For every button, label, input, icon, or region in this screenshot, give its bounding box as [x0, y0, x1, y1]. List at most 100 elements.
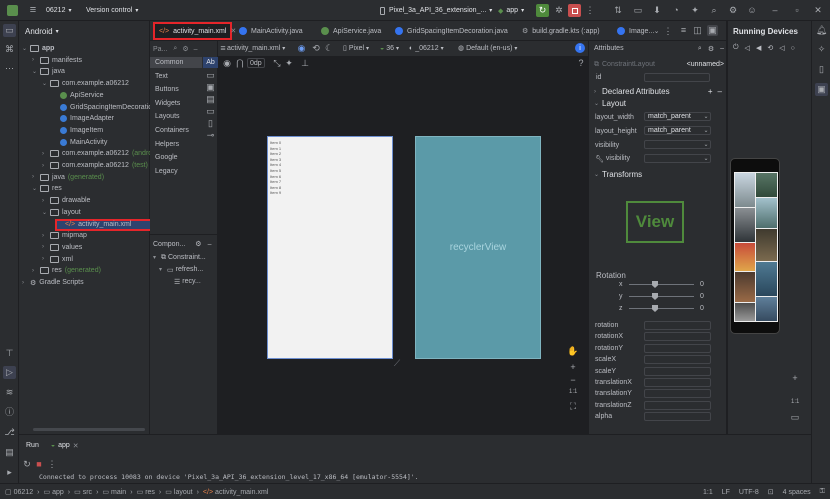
slider-thumb[interactable] [652, 305, 658, 312]
account-icon[interactable]: ☺ [746, 4, 758, 16]
palette-category[interactable]: Google [150, 152, 202, 163]
device-mirror-icon[interactable]: ▣ [815, 83, 828, 96]
tree-item[interactable]: ImageItem [52, 125, 103, 136]
close-tab-icon[interactable]: ✕ [230, 27, 236, 35]
lock-icon[interactable]: ⚿ [820, 488, 825, 496]
id-field[interactable] [644, 73, 710, 82]
tree-node-recycler[interactable]: ☰ recy... [174, 276, 201, 287]
tree-item[interactable]: › com.example.a06212 (test) [42, 160, 148, 171]
breadcrumb-item[interactable]: layout [174, 489, 193, 496]
tabs-dropdown-icon[interactable]: ⌄ [652, 26, 661, 36]
help-icon[interactable]: ? [576, 58, 586, 68]
tree-item[interactable]: </> activity_main.xml [55, 218, 155, 231]
minimize-icon[interactable]: – [720, 45, 724, 52]
property-field[interactable] [644, 343, 711, 353]
emulator-screen[interactable] [734, 172, 778, 322]
chevron-down-icon[interactable]: ⌄ [701, 154, 711, 163]
palette-category[interactable]: Layouts [150, 111, 202, 122]
property-field[interactable] [644, 389, 711, 399]
property-field[interactable] [644, 366, 711, 376]
palette-category[interactable]: Text [150, 71, 202, 82]
chevron-down-icon[interactable]: ⌄ [32, 68, 40, 75]
tabs-more-icon[interactable]: ⋮ [664, 26, 673, 36]
rerun-icon[interactable]: ↻ [536, 4, 549, 17]
run-tool-icon[interactable]: ▷ [3, 366, 16, 379]
terminal-tool-icon[interactable]: ⊤ [3, 347, 16, 360]
structure-tool-icon[interactable]: ⌘ [3, 43, 16, 56]
zoom-in-icon[interactable]: + [568, 362, 578, 372]
minimize-icon[interactable]: – [769, 4, 781, 16]
problems-tool-icon[interactable]: ⓘ [3, 406, 16, 419]
project-view-selector[interactable]: Android ▾ [25, 25, 59, 37]
volume-down-icon[interactable]: ◀ [756, 44, 761, 52]
tree-item[interactable]: ⌄ res [32, 183, 62, 194]
notifications-icon[interactable]: 🔔︎ [815, 24, 828, 37]
rotation-slider[interactable] [629, 284, 694, 285]
rotation-slider[interactable] [629, 308, 694, 309]
infer-constraints-icon[interactable]: ✦ [284, 58, 294, 68]
debug-icon[interactable]: ✲ [553, 4, 565, 16]
chevron-right-icon[interactable]: › [42, 151, 50, 157]
rotate-icon[interactable]: ⟲ [767, 44, 773, 52]
info-icon[interactable]: i [575, 43, 585, 53]
settings-icon[interactable]: ⚙ [708, 45, 714, 53]
stop-icon[interactable] [568, 4, 581, 17]
layers-tool-icon[interactable]: ≋ [3, 386, 16, 399]
tab-main-activity[interactable]: MainActivity.java [239, 22, 303, 40]
close-tab-icon[interactable]: ✕ [73, 442, 79, 450]
fragment-icon[interactable]: ▭ [206, 106, 215, 115]
more-icon[interactable]: ⋮ [586, 4, 595, 16]
chevron-right-icon[interactable]: › [42, 163, 50, 169]
design-preview[interactable]: Item 0 Item 1 Item 2 Item 3 Item 4 Item 5 Item… [267, 136, 393, 359]
tree-item[interactable]: ImageAdapter [52, 113, 114, 124]
chevron-down-icon[interactable]: ⌄ [701, 140, 711, 149]
logcat-tool-icon[interactable]: ▤ [3, 446, 16, 459]
project-selector[interactable]: 06212 ▾ [46, 5, 71, 16]
palette-category[interactable]: Legacy [150, 166, 202, 177]
tree-item[interactable]: › drawable [42, 195, 90, 206]
maximize-icon[interactable]: ▫ [791, 4, 803, 16]
zoom-out-icon[interactable]: − [568, 375, 578, 385]
margin-selector[interactable]: 0dp [247, 58, 265, 68]
breadcrumb-item[interactable]: app [52, 489, 64, 496]
tree-item[interactable]: ⌄ com.example.a06212 [42, 78, 129, 89]
eye-icon[interactable]: ◉ [222, 58, 232, 68]
emulator-phone[interactable] [730, 158, 780, 334]
settings-icon[interactable]: ⚙ [195, 240, 201, 248]
chevron-right-icon[interactable]: › [42, 233, 50, 239]
tab-activity-main[interactable]: </> activity_main.xml ✕ [153, 22, 236, 40]
device-preview-selector[interactable]: ▯ Pixel ▾ [343, 43, 369, 53]
chevron-down-icon[interactable]: ⌄ [42, 80, 50, 87]
breadcrumb-item[interactable]: main [111, 489, 126, 496]
emulator-icon[interactable]: ▯ [815, 63, 828, 76]
chevron-down-icon[interactable]: ⌄ [701, 112, 711, 121]
sync-icon[interactable]: ⇅ [612, 4, 624, 16]
profiler-icon[interactable]: ◔ [670, 4, 682, 16]
sdk-icon[interactable]: ⬇ [651, 4, 663, 16]
zoom-level[interactable]: 1:1 [569, 389, 577, 395]
theme-selector[interactable]: ◐ _06212 ▾ [409, 43, 444, 53]
project-tool-icon[interactable]: ▭ [3, 24, 16, 37]
scroll-view-icon[interactable]: ▯ [206, 118, 215, 127]
rerun-icon[interactable]: ↻ [22, 459, 32, 469]
pan-icon[interactable]: ✋ [567, 346, 578, 356]
guidelines-icon[interactable]: ⊥ [300, 58, 310, 68]
breadcrumb-item[interactable]: 06212 [14, 489, 33, 496]
tab-build-gradle[interactable]: ⚙ build.gradle.kts (:app) [522, 22, 600, 40]
tree-item[interactable]: › xml [42, 254, 73, 265]
zoom-level[interactable]: 1:1 [791, 399, 799, 405]
tree-item[interactable]: ⌄ app [22, 43, 54, 54]
volume-up-icon[interactable]: ◁ [745, 44, 750, 52]
property-field[interactable] [644, 355, 711, 365]
device-manager-icon[interactable]: ▭ [632, 4, 644, 16]
chevron-down-icon[interactable]: ⌄ [22, 45, 30, 52]
magnet-icon[interactable]: ⋂ [235, 58, 245, 68]
palette-item-text[interactable]: Ab [203, 57, 218, 68]
close-icon[interactable]: ✕ [812, 4, 824, 16]
file-selector[interactable]: activity_main.xml ▾ [227, 43, 285, 53]
palette-category[interactable]: Containers [150, 125, 202, 136]
tree-item[interactable]: ⌄ java [32, 66, 65, 77]
chevron-right-icon[interactable]: › [32, 57, 40, 63]
chevron-down-icon[interactable]: ⌄ [42, 209, 50, 216]
tab-image[interactable]: Image... [617, 22, 654, 40]
